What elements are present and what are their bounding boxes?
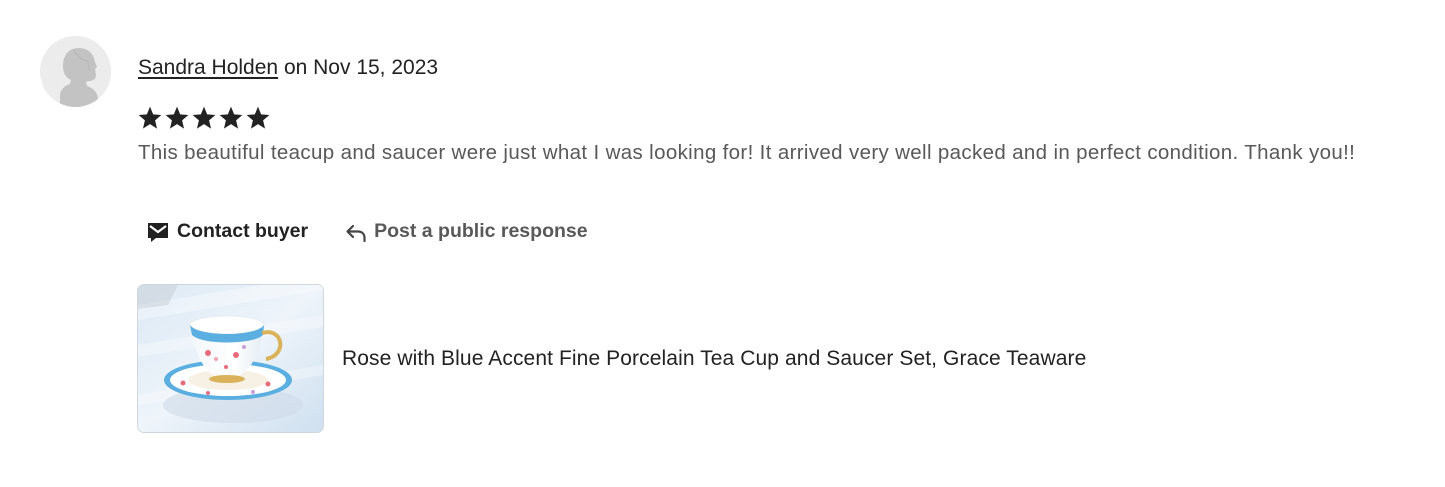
- review-actions: Contact buyer Post a public response: [146, 216, 588, 246]
- star-icon: [246, 106, 270, 129]
- listing-title-link[interactable]: Rose with Blue Accent Fine Porcelain Tea…: [342, 346, 1086, 372]
- star-icon: [138, 106, 162, 129]
- post-response-label: Post a public response: [374, 219, 588, 242]
- listing-item: Rose with Blue Accent Fine Porcelain Tea…: [137, 284, 1086, 433]
- reply-arrow-icon: [345, 223, 367, 243]
- star-rating: [137, 105, 271, 133]
- review-header: Sandra Holden on Nov 15, 2023: [138, 55, 438, 81]
- teacup-product-image: [138, 285, 323, 432]
- contact-buyer-button[interactable]: Contact buyer: [146, 219, 308, 243]
- reviewer-avatar: [40, 36, 111, 107]
- star-icon: [219, 106, 243, 129]
- review-date: on Nov 15, 2023: [278, 56, 439, 79]
- default-avatar-silhouette-icon: [40, 36, 111, 107]
- listing-thumbnail[interactable]: [137, 284, 324, 433]
- envelope-icon: [146, 219, 170, 243]
- star-icon: [192, 106, 216, 129]
- review-text: This beautiful teacup and saucer were ju…: [138, 141, 1356, 164]
- contact-buyer-label: Contact buyer: [177, 219, 309, 242]
- post-public-response-button[interactable]: Post a public response: [345, 219, 588, 243]
- reviewer-name-link[interactable]: Sandra Holden: [138, 56, 278, 79]
- star-icon: [165, 106, 189, 129]
